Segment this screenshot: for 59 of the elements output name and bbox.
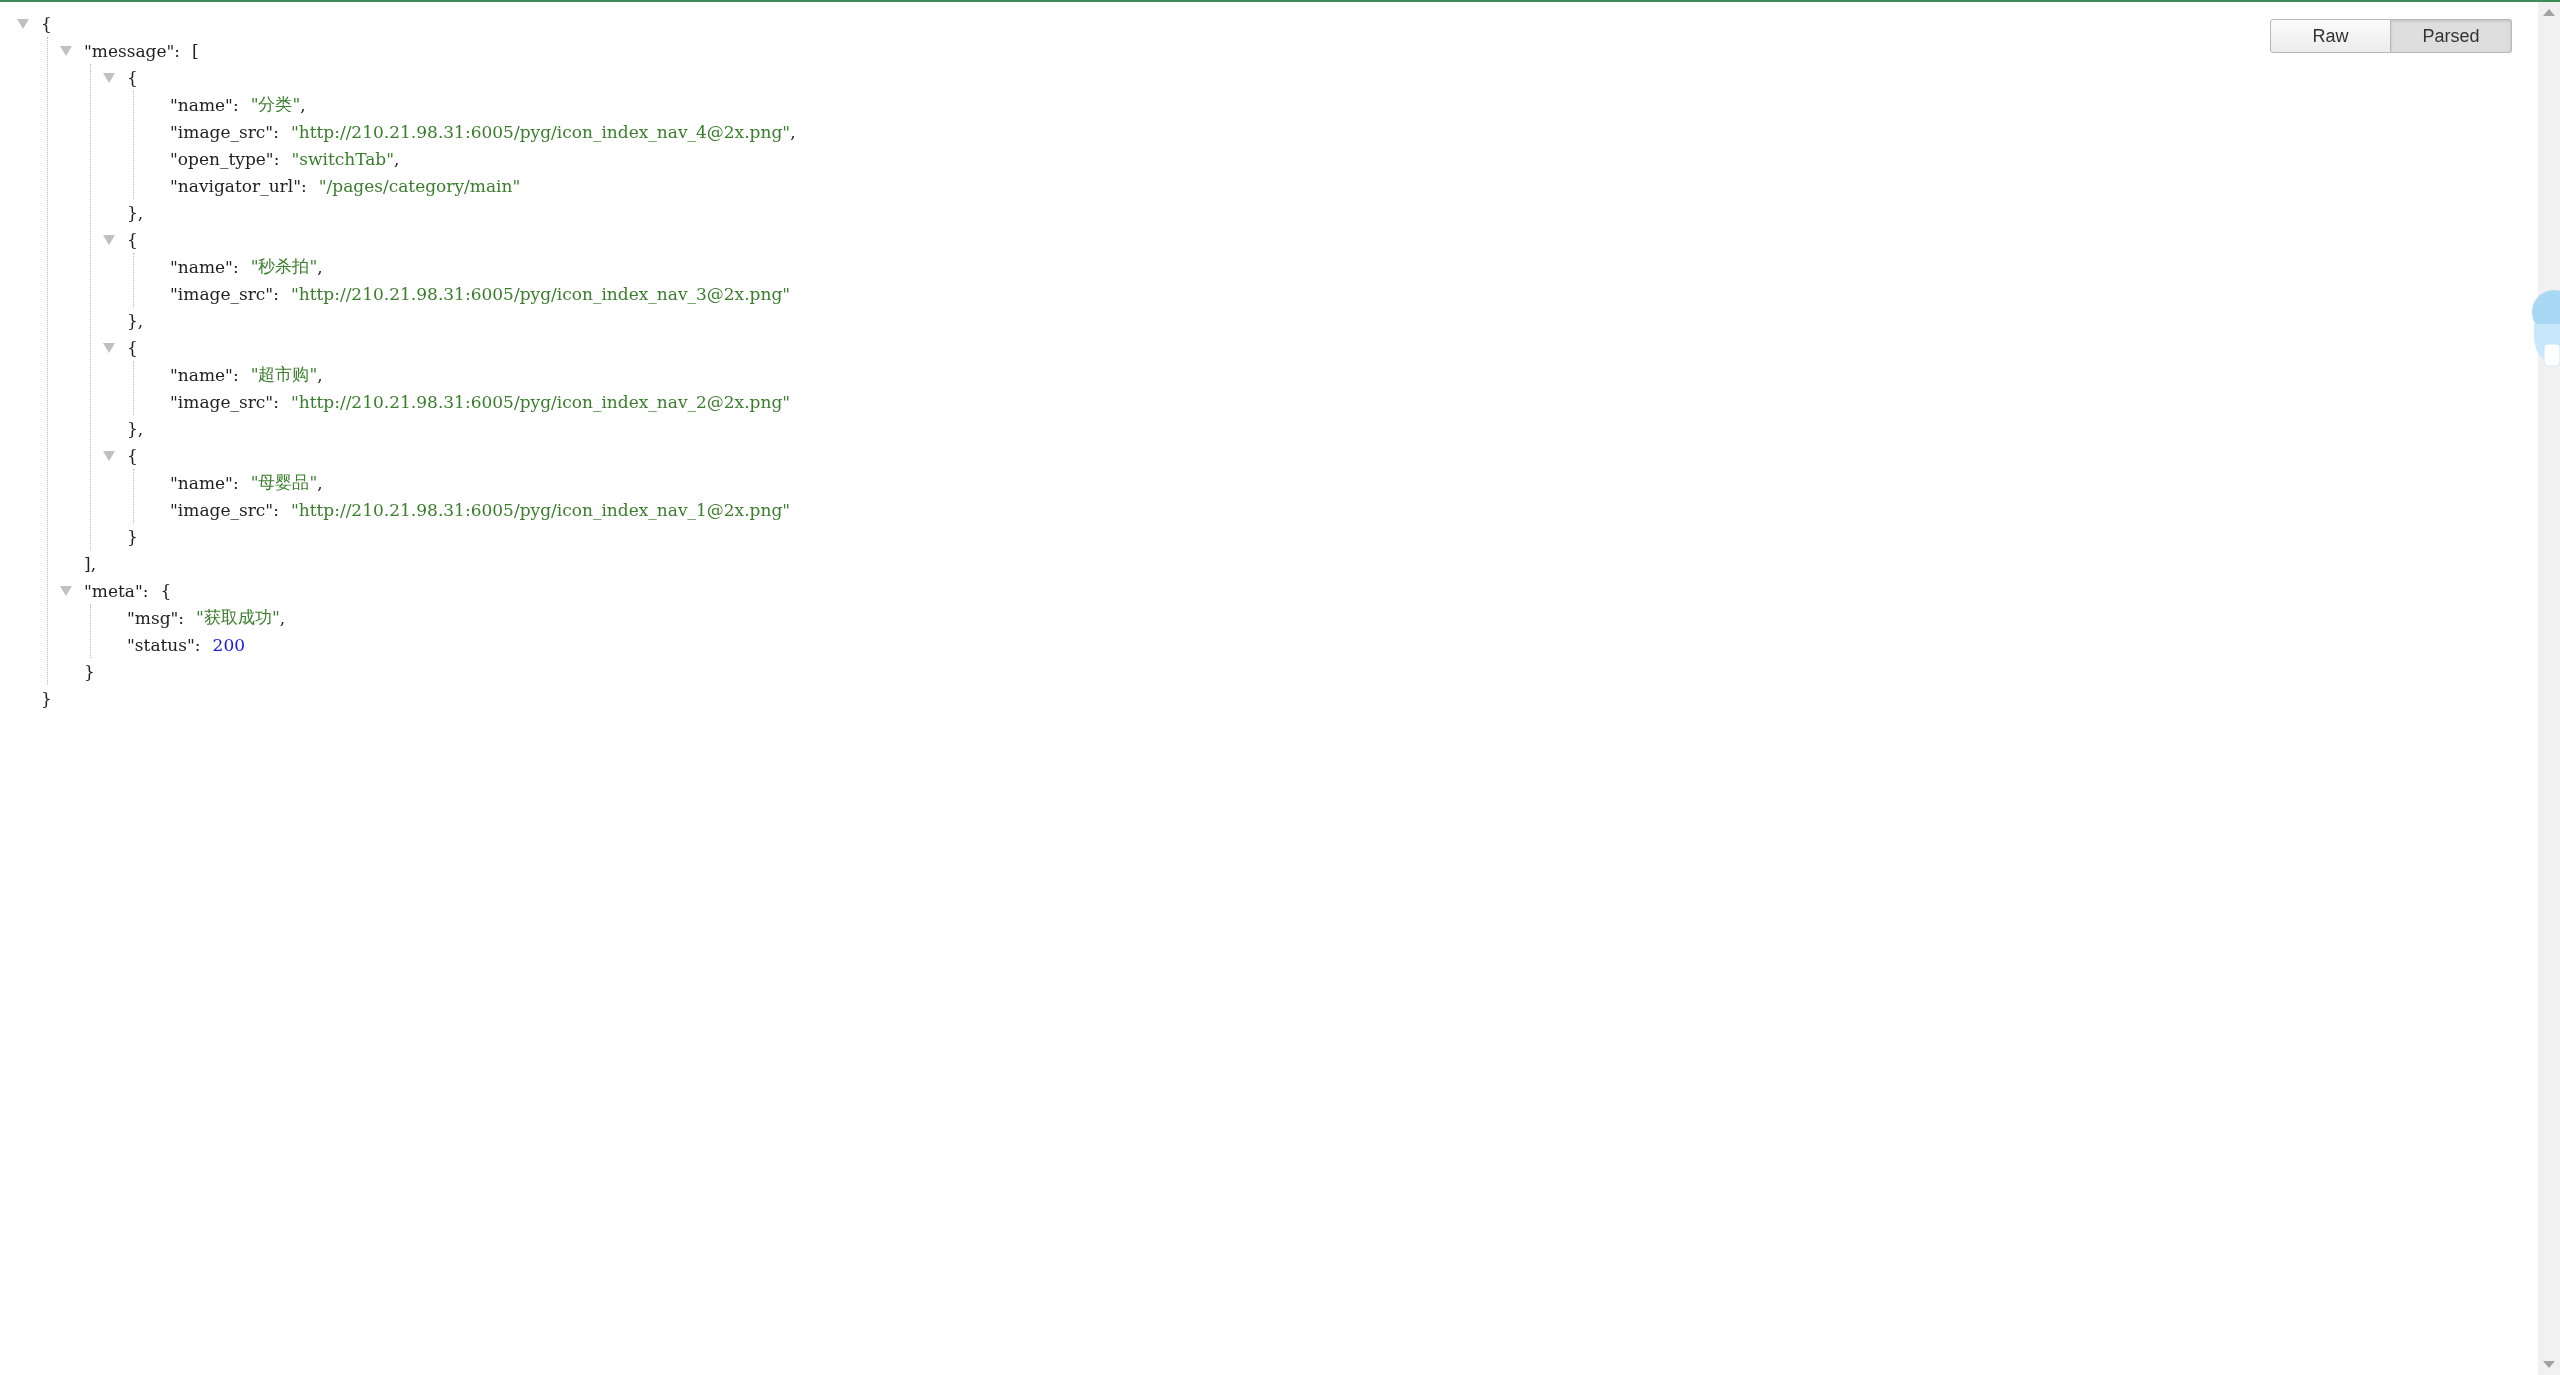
toggle-icon[interactable] [103, 234, 115, 245]
json-key: "message": [84, 40, 181, 61]
bracket: [ [192, 40, 199, 61]
json-key: "msg": [127, 607, 185, 628]
bracket: { [127, 445, 138, 466]
json-value: "母婴品" [250, 471, 318, 494]
json-key: "name": [170, 472, 239, 493]
comma: , [317, 256, 323, 277]
view-button[interactable]: Parsed [2391, 19, 2512, 53]
bracket: ], [84, 553, 97, 574]
toggle-icon[interactable] [103, 342, 115, 353]
json-value: "switchTab" [291, 148, 395, 169]
json-value: "超市购" [250, 363, 318, 386]
json-key: "navigator_url": [170, 175, 307, 196]
json-key: "status": [127, 634, 201, 655]
json-key: "open_type": [170, 148, 280, 169]
bracket: } [41, 688, 52, 709]
json-key: "image_src": [170, 499, 279, 520]
bracket: { [127, 67, 138, 88]
json-key: "name": [170, 256, 239, 277]
json-value: "秒杀拍" [250, 255, 318, 278]
json-value: 200 [212, 634, 245, 655]
view-button[interactable]: Raw [2270, 19, 2391, 53]
json-value: "获取成功" [196, 606, 280, 629]
bracket: }, [127, 202, 144, 223]
json-value: "http://210.21.98.31:6005/pyg/icon_index_nav_1@2x.png" [290, 499, 791, 520]
scroll-up-icon[interactable] [2543, 8, 2555, 16]
comma: , [790, 121, 796, 142]
comma: , [279, 607, 286, 628]
json-key: "name": [170, 94, 239, 115]
bracket: { [127, 337, 138, 358]
json-key: "image_src": [170, 391, 279, 412]
scrollbar[interactable] [2538, 2, 2560, 1375]
json-value: "分类" [250, 93, 301, 116]
comma: , [317, 364, 323, 385]
json-value: "/pages/category/main" [318, 175, 521, 196]
json-value: "http://210.21.98.31:6005/pyg/icon_index_nav_4@2x.png" [290, 121, 791, 142]
bracket: } [127, 526, 138, 547]
bracket: { [127, 229, 138, 250]
bracket: { [160, 580, 172, 601]
bracket: } [84, 661, 95, 682]
toggle-icon[interactable] [60, 45, 72, 56]
json-value: "http://210.21.98.31:6005/pyg/icon_index_nav_3@2x.png" [290, 283, 791, 304]
json-key: "meta": [84, 580, 149, 601]
comma: , [394, 148, 400, 169]
toggle-icon[interactable] [60, 585, 72, 596]
comma: , [300, 94, 306, 115]
json-key: "image_src": [170, 283, 279, 304]
json-key: "image_src": [170, 121, 279, 142]
bracket: { [41, 13, 52, 34]
bracket: }, [127, 418, 144, 439]
bracket: }, [127, 310, 144, 331]
toggle-icon[interactable] [103, 450, 115, 461]
json-value: "http://210.21.98.31:6005/pyg/icon_index_nav_2@2x.png" [290, 391, 791, 412]
json-key: "name": [170, 364, 239, 385]
scroll-down-icon[interactable] [2543, 1361, 2555, 1369]
comma: , [317, 472, 323, 493]
toggle-icon[interactable] [103, 72, 115, 83]
toggle-icon[interactable] [17, 18, 29, 29]
